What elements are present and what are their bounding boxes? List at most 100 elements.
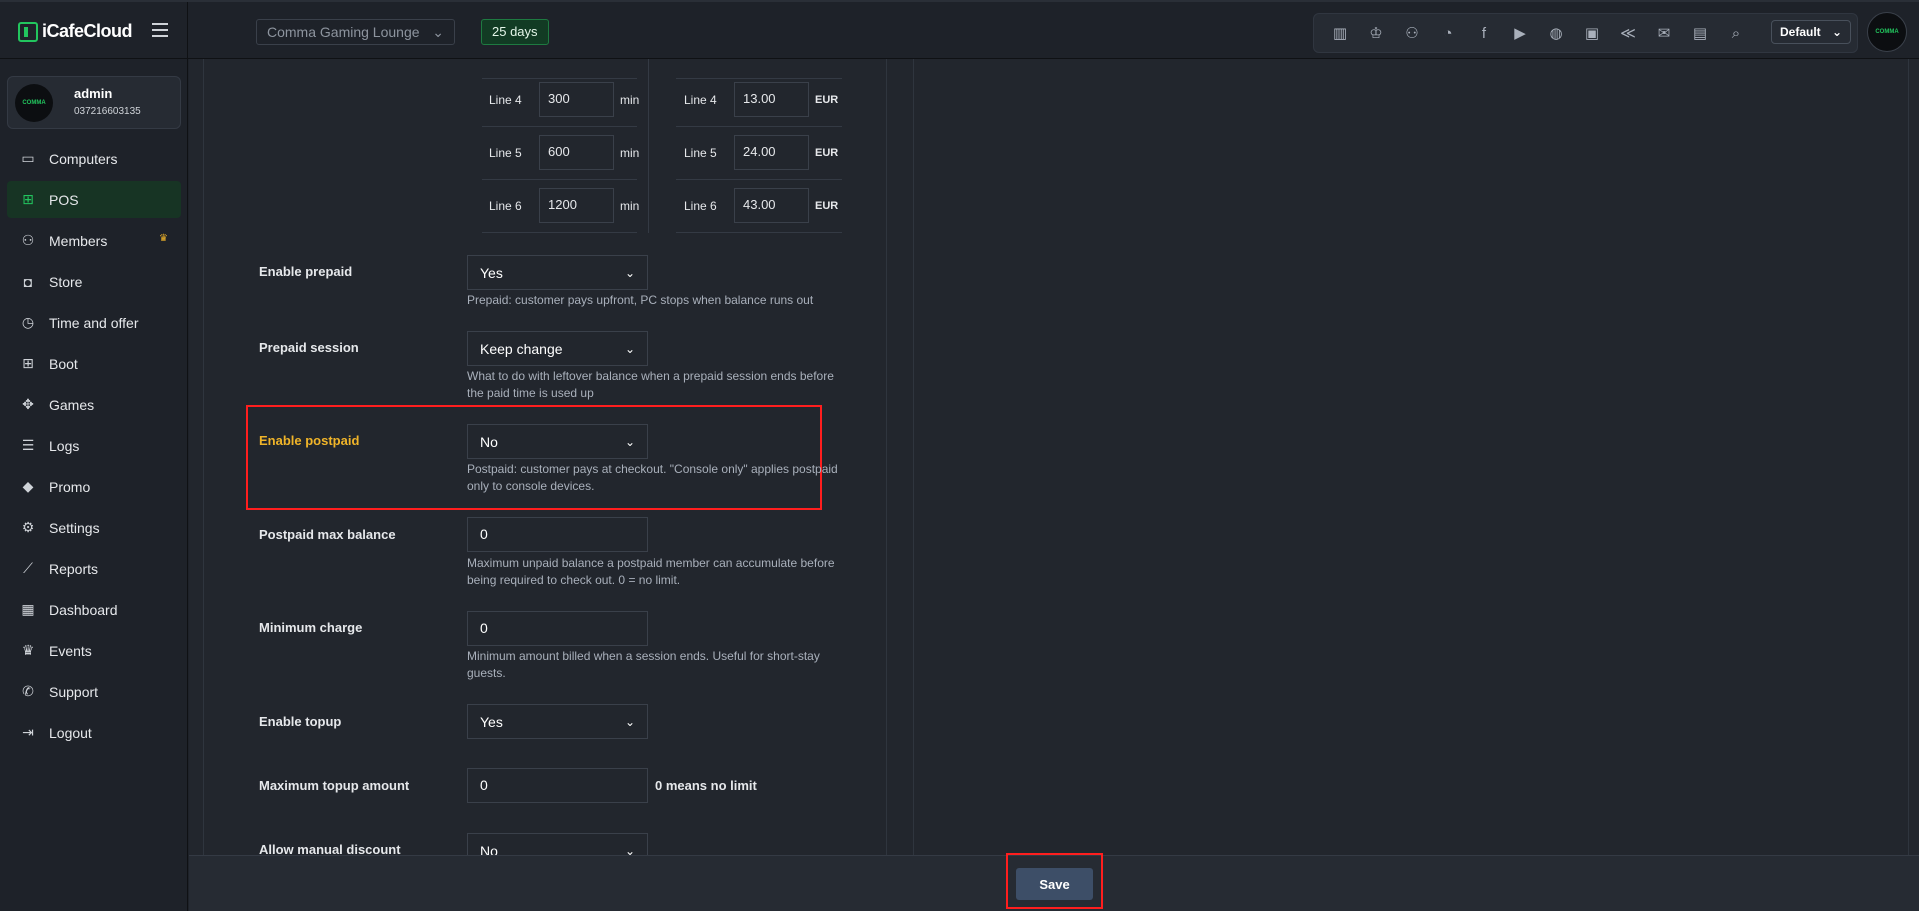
sidebar-item-dashboard[interactable]: ▦ Dashboard (7, 591, 181, 628)
account-avatar[interactable]: COMMA (1867, 12, 1907, 52)
enable-postpaid-help: Postpaid: customer pays at checkout. "Co… (467, 462, 838, 493)
sidebar-item-label: Games (49, 396, 95, 413)
select-value: Yes (480, 264, 503, 281)
sidebar-item-settings[interactable]: ⚙ Settings (7, 509, 181, 546)
line-unit: min (620, 145, 640, 160)
time-line-input[interactable]: 600 (539, 135, 614, 170)
user-name: admin (74, 86, 113, 101)
profile-select[interactable]: Default ⌄ (1771, 20, 1851, 44)
users-icon[interactable]: ⚇ (1394, 18, 1430, 48)
dashboard-icon[interactable]: ▥ (1322, 18, 1358, 48)
enable-topup-label: Enable topup (259, 714, 342, 729)
line-label: Line 6 (684, 198, 717, 213)
postpaid-max-balance-label: Postpaid max balance (259, 527, 396, 542)
sidebar-item-members[interactable]: ⚇ Members ♛ (7, 222, 181, 259)
ggcircuit-icon[interactable]: ≪ (1610, 18, 1646, 48)
select-value: No (480, 433, 498, 450)
postpaid-max-balance-input[interactable]: 0 (467, 517, 648, 552)
sidebar-item-label: Promo (49, 478, 91, 495)
crown-icon: ♛ (21, 642, 35, 658)
enable-topup-select[interactable]: Yes ⌄ (467, 704, 648, 739)
time-line-input[interactable]: 1200 (539, 188, 614, 223)
sidebar-item-logout[interactable]: ⇥ Logout (7, 714, 181, 751)
secondary-panel (913, 59, 1909, 855)
maximum-topup-amount-label: Maximum topup amount (259, 778, 410, 793)
maximum-topup-note: 0 means no limit (655, 778, 757, 793)
column-divider (648, 59, 649, 233)
postpaid-max-balance-help: Maximum unpaid balance a postpaid member… (467, 556, 835, 587)
sidebar-item-support[interactable]: ✆ Support (7, 673, 181, 710)
line-unit: EUR (815, 146, 839, 159)
youtube-icon[interactable]: ▶ (1502, 18, 1538, 48)
price-line-input[interactable]: 43.00 (734, 188, 809, 223)
gamepad-icon: ✥ (22, 396, 34, 412)
time-line-row: Line 6 1200 min (489, 179, 639, 232)
enable-prepaid-label: Enable prepaid (259, 264, 353, 279)
prepaid-session-label: Prepaid session (259, 340, 359, 355)
user-card[interactable]: COMMA admin 037216603135 (7, 76, 181, 129)
price-line-input[interactable]: 13.00 (734, 82, 809, 117)
enable-postpaid-label: Enable postpaid (259, 433, 360, 448)
members-icon: ⚇ (21, 232, 35, 248)
sidebar-item-label: Boot (49, 355, 78, 372)
sidebar-item-label: Computers (49, 150, 118, 167)
search-icon[interactable]: ⌕ (1718, 18, 1754, 48)
sidebar-item-events[interactable]: ♛ Events (7, 632, 181, 669)
chevron-down-icon: ⌄ (624, 341, 635, 356)
save-button[interactable]: Save (1016, 868, 1093, 900)
chevron-down-icon: ⌄ (624, 714, 635, 729)
trophy-icon[interactable]: ♔ (1358, 18, 1394, 48)
logout-icon: ⇥ (22, 724, 34, 740)
prepaid-session-select[interactable]: Keep change ⌄ (467, 331, 648, 366)
location-select[interactable]: Comma Gaming Lounge ⌄ (256, 19, 455, 45)
license-days-badge[interactable]: 25 days (481, 19, 549, 45)
enable-prepaid-select[interactable]: Yes ⌄ (467, 255, 648, 290)
gear-icon: ⚙ (21, 519, 35, 535)
line-label: Line 4 (489, 92, 522, 107)
chat-icon[interactable]: ▤ (1682, 18, 1718, 48)
select-value: Keep change (480, 340, 563, 357)
sidebar-item-store[interactable]: ◘ Store (7, 263, 181, 300)
icafe-icon[interactable]: ▣ (1574, 18, 1610, 48)
line-label: Line 5 (489, 145, 522, 160)
sidebar-item-pos[interactable]: ⊞ POS (7, 181, 181, 218)
minimum-charge-label: Minimum charge (259, 620, 363, 635)
price-line-row: Line 4 13.00 EUR (684, 73, 838, 126)
time-line-row: Line 4 300 min (489, 73, 639, 126)
sidebar-item-time-and-offer[interactable]: ◷ Time and offer (7, 304, 181, 341)
line-unit: EUR (815, 93, 839, 106)
divider (482, 232, 637, 233)
sidebar-item-reports[interactable]: ⟋ Reports (7, 550, 181, 587)
rss-icon[interactable]: ◔ (1430, 18, 1466, 48)
chevron-down-icon: ⌄ (1831, 25, 1842, 39)
sidebar-item-boot[interactable]: ⊞ Boot (7, 345, 181, 382)
sidebar-item-logs[interactable]: ☰ Logs (7, 427, 181, 464)
price-line-input[interactable]: 24.00 (734, 135, 809, 170)
facebook-icon[interactable]: f (1466, 18, 1502, 48)
sidebar-item-games[interactable]: ✥ Games (7, 386, 181, 423)
bag-icon: ◘ (23, 273, 33, 290)
brand-area: iCafeCloud (0, 2, 188, 61)
sidebar-item-promo[interactable]: ◆ Promo (7, 468, 181, 505)
members-crown-icon: ♛ (159, 233, 168, 244)
menu-toggle-icon[interactable] (152, 23, 168, 37)
line-unit: min (620, 92, 640, 107)
sidebar-item-label: Store (49, 273, 83, 290)
time-line-row: Line 5 600 min (489, 126, 639, 179)
minimum-charge-input[interactable]: 0 (467, 611, 648, 646)
stopwatch-icon: ◷ (21, 314, 35, 330)
sidebar-item-label: Support (49, 683, 99, 700)
sidebar-item-computers[interactable]: ▭ Computers (7, 140, 181, 177)
time-line-input[interactable]: 300 (539, 82, 614, 117)
maximum-topup-amount-input[interactable]: 0 (467, 768, 648, 803)
profile-select-value: Default (1780, 25, 1821, 39)
enable-postpaid-select[interactable]: No ⌄ (467, 424, 648, 459)
globe-icon[interactable]: ◍ (1538, 18, 1574, 48)
mail-icon[interactable]: ✉ (1646, 18, 1682, 48)
icafecloud-logo-icon (18, 21, 38, 42)
avatar: COMMA (15, 84, 53, 122)
line-label: Line 5 (684, 145, 717, 160)
app-logo[interactable]: iCafeCloud (18, 21, 133, 42)
list-icon: ☰ (21, 437, 35, 453)
sidebar-nav: ▭ Computers ⊞ POS ⚇ Members ♛ ◘ Store ◷ Time and o… (7, 140, 181, 755)
